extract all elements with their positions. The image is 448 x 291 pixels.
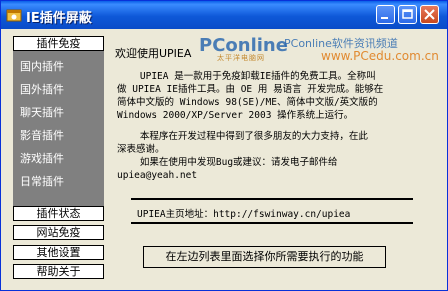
list-item-game-plugins[interactable]: 游戏插件 (20, 150, 64, 166)
title-bar[interactable]: IE插件屏蔽 (1, 1, 447, 29)
website-immunity-button[interactable]: 网站免疫 (13, 225, 104, 240)
plugin-category-list: 国内插件 国外插件 聊天插件 影音插件 游戏插件 日常插件 (13, 51, 104, 211)
app-icon (6, 9, 22, 22)
content-panel: 欢迎使用UPIEA UPIEA 是一款用于免疫卸载IE插件的免费工具。全称叫 做… (109, 34, 442, 286)
plugin-status-button[interactable]: 插件状态 (13, 206, 104, 221)
watermark-logo-sub: 太平洋电脑网 (217, 54, 265, 62)
close-button[interactable] (420, 5, 439, 24)
thanks-paragraph: 本程序在开发过程中得到了很多朋友的大力支持，在此 深表感谢。 如果在使用中发现B… (117, 131, 368, 181)
description-paragraph: UPIEA 是一款用于免疫卸载IE插件的免费工具。全称叫 做 UPIEA IE插… (117, 71, 384, 121)
list-item-domestic-plugins[interactable]: 国内插件 (20, 58, 64, 74)
category-plugin-immunity-button[interactable]: 插件免疫 (13, 36, 104, 51)
list-item-daily-plugins[interactable]: 日常插件 (20, 173, 64, 189)
minimize-icon (381, 17, 388, 19)
other-settings-button[interactable]: 其他设置 (13, 245, 104, 260)
list-item-chat-plugins[interactable]: 聊天插件 (20, 104, 64, 120)
welcome-text: 欢迎使用UPIEA (115, 47, 192, 60)
watermark-url: www.PCedu.com.cn (321, 49, 439, 63)
maximize-button[interactable] (398, 5, 417, 24)
minimize-button[interactable] (376, 5, 395, 24)
divider-bottom (131, 222, 413, 224)
close-icon (424, 9, 435, 20)
sidebar: 插件免疫 国内插件 国外插件 聊天插件 影音插件 游戏插件 日常插件 插件状态 … (8, 34, 109, 286)
main-window: IE插件屏蔽 插件免疫 国内插件 国外插件 聊天插件 影音插件 游戏插件 日常插… (0, 0, 448, 291)
list-item-media-plugins[interactable]: 影音插件 (20, 127, 64, 143)
list-item-foreign-plugins[interactable]: 国外插件 (20, 81, 64, 97)
help-about-button[interactable]: 帮助关于 (13, 264, 104, 279)
maximize-icon (402, 9, 413, 19)
homepage-address: UPIEA主页地址：http://fswinway.cn/upiea (137, 209, 351, 220)
divider-top (131, 198, 413, 200)
action-hint-box: 在左边列表里面选择你所需要执行的功能 (143, 246, 386, 268)
window-title: IE插件屏蔽 (26, 11, 92, 26)
